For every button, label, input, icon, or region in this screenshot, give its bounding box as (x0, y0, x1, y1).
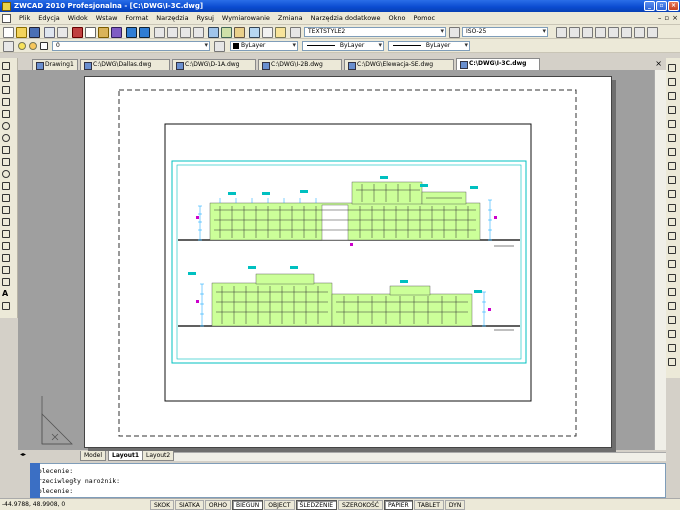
otrack-toggle[interactable]: ŚLEDZENIE (295, 499, 338, 510)
lower-facade-attic (389, 285, 431, 296)
tab-layout2[interactable]: Layout2 (142, 451, 175, 461)
snap-toggle[interactable]: SKOK (150, 499, 175, 510)
layout-nav-arrows-icon[interactable]: ◂▸ (20, 451, 26, 458)
tab-model[interactable]: Model (80, 451, 107, 461)
status-bar: -44.9788, 48.9908, 0 SKOK SIATKA ORHO BI… (0, 498, 680, 510)
command-history-line-1: Polecenie: (34, 467, 74, 475)
lower-facade-right (331, 293, 473, 327)
lower-facade-top (255, 273, 315, 285)
polar-toggle[interactable]: BIEGUN (232, 499, 264, 510)
command-gutter (0, 463, 30, 498)
layout-tab-strip: ◂▸ Model Layout1 Layout2 (18, 451, 175, 462)
ortho-toggle[interactable]: ORHO (204, 499, 232, 510)
coordinate-readout: -44.9788, 48.9908, 0 (2, 501, 66, 508)
upper-facade-tower (351, 181, 423, 205)
lower-facade-left (211, 282, 333, 327)
viewport-frame (164, 123, 532, 402)
command-prompt[interactable]: Polecenie: (34, 486, 662, 496)
tablet-toggle[interactable]: TABLET (413, 499, 444, 510)
command-history-line-2: Przeciwległy narożnik: (34, 477, 121, 485)
vertical-scrollbar[interactable] (654, 70, 666, 450)
paper-model-toggle[interactable]: PAPIER (383, 499, 413, 510)
command-line[interactable]: Polecenie: Przeciwległy narożnik: Polece… (30, 463, 666, 498)
lineweight-toggle[interactable]: SZEROKOŚĆ (338, 499, 383, 510)
grid-toggle[interactable]: SIATKA (175, 499, 204, 510)
dyn-toggle[interactable]: DYN (444, 499, 466, 510)
command-window-handle[interactable] (30, 463, 40, 498)
drawing-svg (41, 89, 577, 445)
tab-layout1[interactable]: Layout1 (108, 451, 144, 461)
horizontal-scrollbar[interactable] (170, 452, 666, 461)
ucs-icon (41, 396, 73, 445)
osnap-toggle[interactable]: OBJECT (264, 499, 295, 510)
